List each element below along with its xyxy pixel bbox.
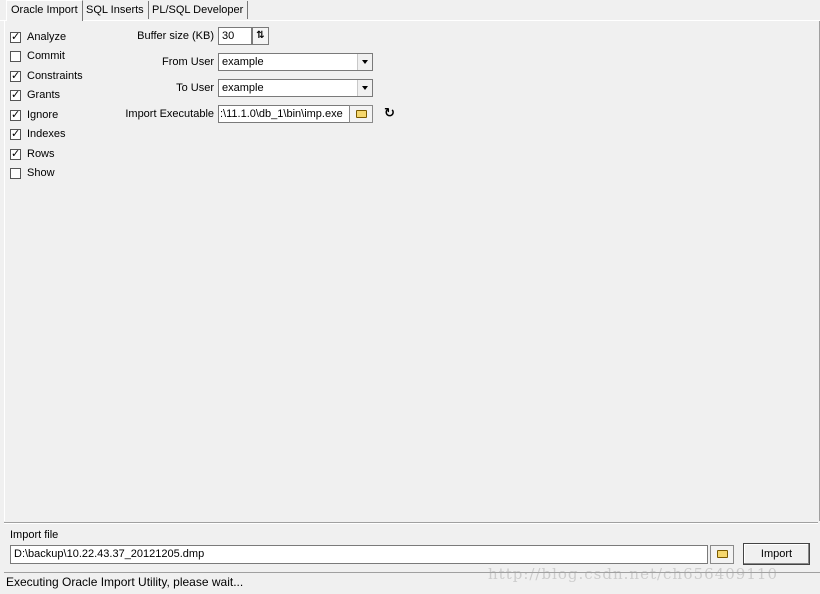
from-user-select[interactable]: example xyxy=(218,53,373,71)
option-grants[interactable]: ✓ Grants xyxy=(10,87,60,103)
option-label: Commit xyxy=(27,50,65,62)
divider xyxy=(4,523,818,524)
oracle-import-window: Oracle Import SQL Inserts PL/SQL Develop… xyxy=(0,0,820,594)
buffer-size-value: 30 xyxy=(222,30,235,42)
checkbox[interactable]: ✓ xyxy=(10,30,21,43)
check-icon: ✓ xyxy=(11,30,21,43)
buffer-size-input[interactable]: 30 xyxy=(218,27,252,45)
checkbox[interactable]: ✓ xyxy=(10,108,21,121)
spin-updown-icon[interactable]: ⇅ xyxy=(252,27,269,45)
refresh-icon[interactable]: ↻ xyxy=(384,106,396,119)
check-icon: ✓ xyxy=(11,127,21,140)
import-file-value: D:\backup\10.22.43.37_20121205.dmp xyxy=(14,548,205,560)
tab-sql-inserts[interactable]: SQL Inserts xyxy=(82,1,149,19)
to-user-value: example xyxy=(222,82,264,94)
option-label: Show xyxy=(27,167,55,179)
status-bar: Executing Oracle Import Utility, please … xyxy=(4,572,820,592)
browse-executable-button[interactable] xyxy=(349,105,373,123)
option-label: Constraints xyxy=(27,70,83,82)
tab-label: PL/SQL Developer xyxy=(152,4,244,16)
import-executable-label: Import Executable xyxy=(125,108,214,120)
option-label: Indexes xyxy=(27,128,66,140)
tab-plsql-developer[interactable]: PL/SQL Developer xyxy=(148,1,249,19)
check-icon: ✓ xyxy=(11,147,21,160)
check-icon: ✓ xyxy=(11,69,21,82)
check-icon: ✓ xyxy=(11,108,21,121)
import-file-label: Import file xyxy=(10,529,59,541)
tab-bar: Oracle Import SQL Inserts PL/SQL Develop… xyxy=(0,0,820,21)
option-label: Rows xyxy=(27,148,55,160)
from-user-label: From User xyxy=(162,56,214,68)
option-analyze[interactable]: ✓ Analyze xyxy=(10,29,66,45)
tab-oracle-import[interactable]: Oracle Import xyxy=(6,0,83,21)
folder-open-icon xyxy=(356,110,367,118)
import-executable-value: :\11.1.0\db_1\bin\imp.exe xyxy=(220,108,343,120)
checkbox[interactable] xyxy=(10,50,21,62)
to-user-select[interactable]: example xyxy=(218,79,373,97)
chevron-down-icon[interactable] xyxy=(357,80,372,96)
tab-label: Oracle Import xyxy=(11,4,78,16)
option-show[interactable]: Show xyxy=(10,165,55,181)
from-user-value: example xyxy=(222,56,264,68)
option-label: Analyze xyxy=(27,31,67,43)
option-rows[interactable]: ✓ Rows xyxy=(10,146,55,162)
to-user-label: To User xyxy=(176,82,214,94)
check-icon: ✓ xyxy=(11,88,21,101)
option-indexes[interactable]: ✓ Indexes xyxy=(10,126,66,142)
option-commit[interactable]: Commit xyxy=(10,48,65,64)
option-constraints[interactable]: ✓ Constraints xyxy=(10,68,83,84)
checkbox[interactable]: ✓ xyxy=(10,69,21,82)
folder-open-icon xyxy=(717,550,728,558)
checkbox[interactable]: ✓ xyxy=(10,127,21,140)
import-button[interactable]: Import xyxy=(743,543,810,565)
chevron-down-icon[interactable] xyxy=(357,54,372,70)
status-text: Executing Oracle Import Utility, please … xyxy=(6,575,244,589)
checkbox[interactable] xyxy=(10,167,21,179)
option-ignore[interactable]: ✓ Ignore xyxy=(10,107,58,123)
option-label: Ignore xyxy=(27,109,59,121)
checkbox[interactable]: ✓ xyxy=(10,88,21,101)
tab-label: SQL Inserts xyxy=(86,4,144,16)
buffer-size-label: Buffer size (KB) xyxy=(137,30,214,42)
option-label: Grants xyxy=(27,89,61,101)
browse-file-button[interactable] xyxy=(710,545,734,564)
checkbox[interactable]: ✓ xyxy=(10,147,21,160)
import-file-input[interactable]: D:\backup\10.22.43.37_20121205.dmp xyxy=(10,545,708,564)
import-executable-input[interactable]: :\11.1.0\db_1\bin\imp.exe xyxy=(218,105,350,123)
